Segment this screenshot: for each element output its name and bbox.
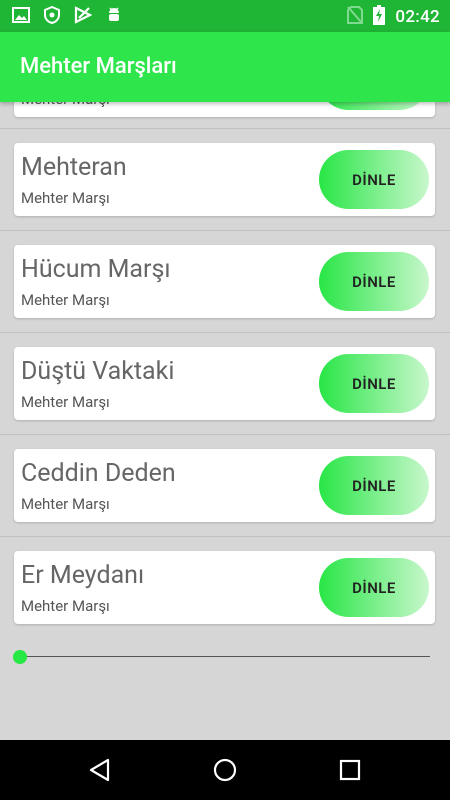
no-sim-icon [347,6,364,28]
song-list[interactable]: Mehter Marşı Mehteran Mehter Marşı DİNLE… [0,0,450,740]
divider [0,434,450,435]
list-item: Ceddin Deden Mehter Marşı DİNLE [14,449,435,522]
recents-icon[interactable] [338,758,362,786]
listen-button[interactable]: DİNLE [319,558,429,617]
seek-bar-thumb[interactable] [13,650,27,664]
list-item: Hücum Marşı Mehter Marşı DİNLE [14,245,435,318]
listen-button[interactable]: DİNLE [319,252,429,311]
divider [0,230,450,231]
divider [0,536,450,537]
song-title: Mehteran [21,153,127,182]
song-subtitle: Mehter Marşı [21,597,110,615]
app-title: Mehter Marşları [20,54,177,79]
song-subtitle: Mehter Marşı [21,495,110,513]
divider [0,128,450,129]
song-subtitle: Mehter Marşı [21,189,110,207]
home-icon[interactable] [213,758,237,786]
listen-button[interactable]: DİNLE [319,354,429,413]
list-item: Mehteran Mehter Marşı DİNLE [14,143,435,216]
app-toolbar: Mehter Marşları [0,32,450,102]
listen-button[interactable]: DİNLE [319,456,429,515]
back-icon[interactable] [88,758,112,786]
battery-charging-icon [373,5,386,29]
listen-button[interactable]: DİNLE [319,150,429,209]
navigation-bar [0,740,450,800]
song-title: Ceddin Deden [21,459,176,488]
status-bar: 02:42 [0,0,450,32]
clock: 02:42 [395,7,440,27]
divider [0,332,450,333]
image-icon [12,7,30,27]
song-title: Düştü Vaktaki [21,357,175,386]
android-debug-icon [106,6,122,28]
play-store-icon [74,6,93,28]
seek-bar-track[interactable] [20,656,430,657]
song-title: Er Meydanı [21,561,145,590]
list-item: Düştü Vaktaki Mehter Marşı DİNLE [14,347,435,420]
song-title: Hücum Marşı [21,255,171,284]
shield-icon [44,5,60,28]
song-subtitle: Mehter Marşı [21,393,110,411]
song-subtitle: Mehter Marşı [21,291,110,309]
list-item: Er Meydanı Mehter Marşı DİNLE [14,551,435,624]
